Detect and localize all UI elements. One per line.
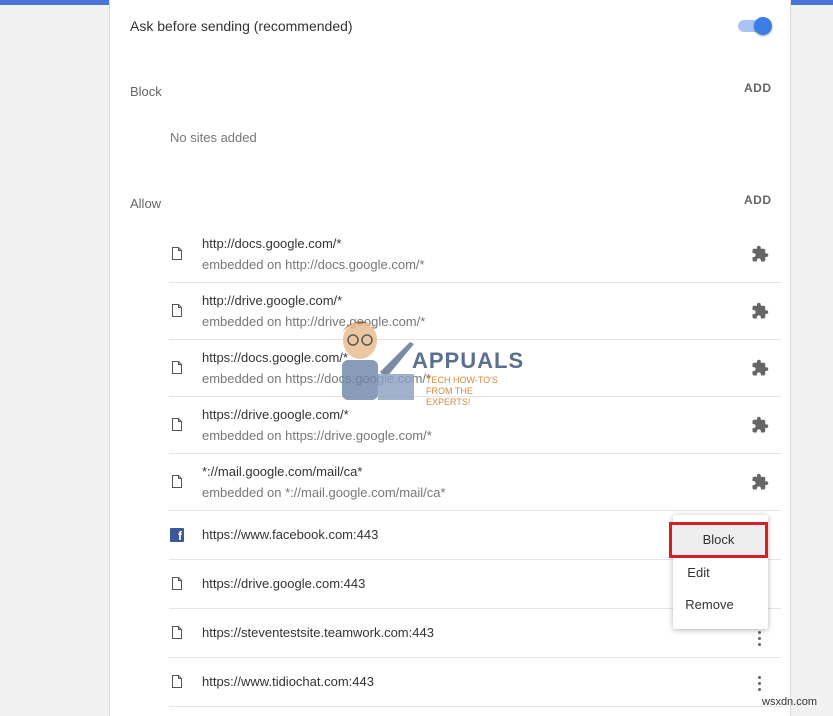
embedded-on-text: embedded on https://drive.google.com/* [202,428,432,443]
site-pattern: https://drive.google.com:443 [202,576,366,591]
list-item: https://docs.google.com/* embedded on ht… [169,340,781,397]
list-item: http://docs.google.com/* embedded on htt… [169,226,781,283]
list-item: *://mail.google.com/mail/ca* embedded on… [169,454,781,511]
file-icon [172,418,182,431]
facebook-icon: f [170,528,184,542]
block-add-button[interactable]: ADD [744,81,772,95]
allow-section-title: Allow [130,196,162,211]
more-icon[interactable] [758,676,762,692]
puzzle-icon[interactable] [751,245,769,263]
file-icon [172,675,182,688]
file-icon [172,475,182,488]
embedded-on-text: embedded on *://mail.google.com/mail/ca* [202,485,446,500]
puzzle-icon[interactable] [751,359,769,377]
site-watermark: wsxdn.com [762,696,818,708]
list-item: http://drive.google.com/* embedded on ht… [169,283,781,340]
allow-list: http://docs.google.com/* embedded on htt… [169,226,781,707]
file-icon [172,361,182,374]
site-pattern: https://www.facebook.com:443 [202,527,379,542]
file-icon [172,247,182,260]
puzzle-icon[interactable] [751,473,769,491]
list-item: https://drive.google.com/* embedded on h… [169,397,781,454]
site-pattern: http://docs.google.com/* [202,236,342,251]
site-pattern: *://mail.google.com/mail/ca* [202,464,363,479]
embedded-on-text: embedded on http://docs.google.com/* [202,257,425,272]
allow-add-button[interactable]: ADD [744,193,772,207]
menu-item-remove[interactable]: Remove [662,597,757,612]
embedded-on-text: embedded on https://docs.google.com/* [202,371,432,386]
file-icon [172,626,182,639]
menu-item-edit[interactable]: Edit [651,565,746,580]
menu-item-block[interactable]: Block [669,522,768,558]
site-pattern: https://steventestsite.teamwork.com:443 [202,625,434,640]
ask-before-sending-label: Ask before sending (recommended) [130,18,353,34]
block-section-title: Block [130,84,162,99]
embedded-on-text: embedded on http://drive.google.com/* [202,314,426,329]
site-pattern: https://www.tidiochat.com:443 [202,674,374,689]
puzzle-icon[interactable] [751,416,769,434]
ask-before-sending-toggle[interactable] [738,17,772,35]
list-item: https://www.tidiochat.com:443 [169,658,781,707]
more-icon[interactable] [758,631,762,647]
site-pattern: https://drive.google.com/* [202,407,349,422]
file-icon [172,304,182,317]
context-menu: Block Edit Remove [669,515,768,629]
puzzle-icon[interactable] [751,302,769,320]
block-empty-text: No sites added [170,130,257,145]
file-icon [172,577,182,590]
site-pattern: http://drive.google.com/* [202,293,343,308]
site-pattern: https://docs.google.com/* [202,350,348,365]
toggle-knob [754,17,772,35]
